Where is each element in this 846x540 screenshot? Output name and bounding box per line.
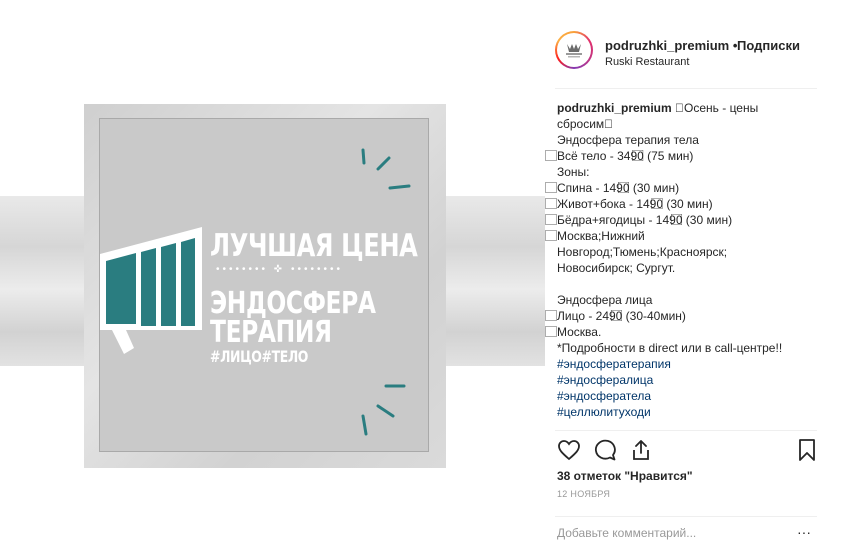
caption-line: сбросим⃞ <box>557 117 614 131</box>
hashtag-link[interactable]: #эндосфералица <box>557 372 819 388</box>
promo-headline: ЛУЧШАЯ ЦЕНА <box>210 228 418 264</box>
promo-hashtags: #ЛИЦО#ТЕЛО <box>210 347 309 366</box>
share-button[interactable] <box>629 438 655 464</box>
caption-line: Эндосфера терапия тела <box>557 133 699 147</box>
comment-divider <box>555 516 817 517</box>
caption-line: Эндосфера лица <box>557 293 653 307</box>
hashtag-link[interactable]: #эндосфератерапия <box>557 356 819 372</box>
hashtag-link[interactable]: #эндосфератела <box>557 388 819 404</box>
caption-line: ⃞Спина - 1490⃞ (30 мин) <box>557 181 680 195</box>
promo-title-line2: ТЕРАПИЯ <box>210 315 332 350</box>
post-media[interactable]: ЛУЧШАЯ ЦЕНА •••••••• ✜ •••••••• ЭНДОСФЕР… <box>0 0 545 538</box>
caption-line: ⃞Москва;Нижний <box>557 229 645 243</box>
comment-button[interactable] <box>593 438 619 464</box>
promo-divider-dots: •••••••• ✜ •••••••• <box>216 264 343 275</box>
caption-line: ⃞Осень - цены <box>671 101 759 115</box>
likes-count[interactable]: 38 отметок "Нравится" <box>557 469 693 483</box>
like-button[interactable] <box>557 438 583 464</box>
post-panel: podruzhki_premium • Подписки Ruski Resta… <box>545 0 846 540</box>
location-link[interactable]: Ruski Restaurant <box>605 56 689 68</box>
bookmark-icon <box>799 439 815 461</box>
post-date[interactable]: 12 НОЯБРЯ <box>557 489 610 499</box>
username-link[interactable]: podruzhki_premium <box>605 38 729 53</box>
promo-image: ЛУЧШАЯ ЦЕНА •••••••• ✜ •••••••• ЭНДОСФЕР… <box>84 104 446 468</box>
post-actions <box>557 438 819 464</box>
caption-line: ⃞Лицо - 2490⃞ (30-40мин) <box>557 309 686 323</box>
hashtag-link[interactable]: #целлюлитуходи <box>557 404 819 420</box>
caption-line: Зоны: <box>557 165 590 179</box>
avatar[interactable] <box>555 31 593 69</box>
caption-line: ⃞Москва. <box>557 325 602 339</box>
caption-username[interactable]: podruzhki_premium <box>557 101 672 115</box>
caption-line <box>557 276 819 292</box>
header-divider <box>555 88 817 89</box>
post-caption: podruzhki_premium ⃞Осень - цены сбросим⃞… <box>557 100 819 420</box>
caption-line: ⃞Живот+бока - 1490⃞ (30 мин) <box>557 197 713 211</box>
comment-icon <box>594 439 616 461</box>
header-username[interactable]: podruzhki_premium • <box>605 38 737 53</box>
caption-line: Новгород;Тюмень;Красноярск; <box>557 245 728 259</box>
follow-button[interactable]: Подписки <box>737 38 800 53</box>
caption-line: Новосибирск; Сургут. <box>557 261 676 275</box>
avatar-logo <box>559 35 589 65</box>
logo-icon <box>559 35 589 65</box>
post-header: podruzhki_premium • Подписки Ruski Resta… <box>545 28 817 88</box>
actions-divider <box>555 430 817 431</box>
heart-icon <box>558 440 580 461</box>
share-icon <box>633 440 649 460</box>
caption-line: *Подробности в direct или в call-центре!… <box>557 341 783 355</box>
caption-line: ⃞Всё тело - 3490⃞ (75 мин) <box>557 149 694 163</box>
save-button[interactable] <box>795 438 821 464</box>
caption-line: ⃞Бёдра+ягодицы - 1490⃞ (30 мин) <box>557 213 733 227</box>
